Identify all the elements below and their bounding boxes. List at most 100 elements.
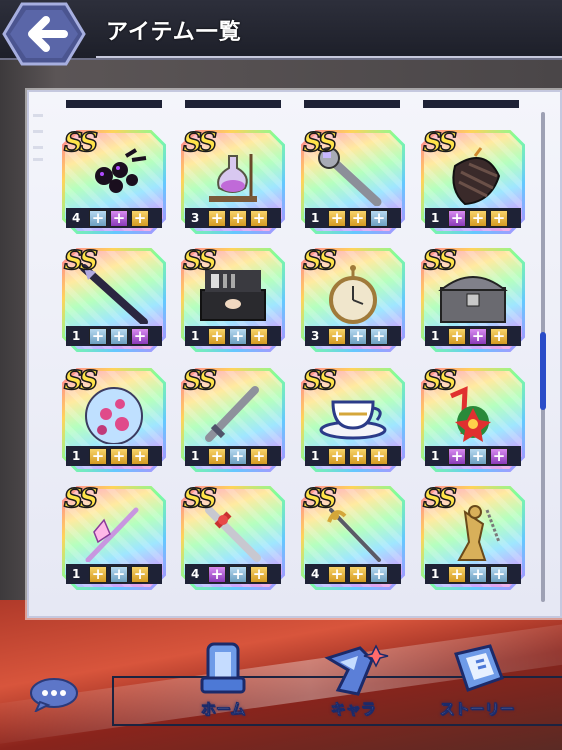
enhance-slot-purple: + <box>131 327 149 345</box>
enhance-slot-gold: + <box>89 565 107 583</box>
item-card[interactable]: SS 1 + + + <box>421 483 525 590</box>
rank-badge: SS <box>302 365 337 397</box>
rank-badge: SS <box>422 245 457 277</box>
enhance-slot-gold: + <box>490 209 508 227</box>
page-title: アイテム一覧 <box>106 20 242 45</box>
item-card[interactable]: SS 1 + + + <box>62 365 166 472</box>
item-info-bar: 1 + + + <box>425 326 521 346</box>
item-card[interactable]: SS 4 + + + <box>62 127 166 234</box>
item-card-partial[interactable] <box>185 100 281 108</box>
item-info-bar: 1 + + + <box>66 564 162 584</box>
item-count: 1 <box>191 329 200 343</box>
item-count: 1 <box>431 329 440 343</box>
item-count: 1 <box>191 449 200 463</box>
enhance-slot-gold: + <box>250 565 268 583</box>
enhance-slot-gold: + <box>448 565 466 583</box>
item-count: 4 <box>191 567 200 581</box>
header-divider <box>96 56 562 58</box>
item-info-bar: 1 + + + <box>185 446 281 466</box>
back-button[interactable] <box>2 2 86 66</box>
item-count: 3 <box>191 211 200 225</box>
item-info-bar: 1 + + + <box>66 446 162 466</box>
item-count: 1 <box>431 211 440 225</box>
enhance-slot-gold: + <box>328 447 346 465</box>
item-info-bar: 1 + + + <box>305 446 401 466</box>
enhance-slot-gold: + <box>250 327 268 345</box>
enhance-slot-blue: + <box>349 327 367 345</box>
item-count: 1 <box>431 567 440 581</box>
enhance-slot-gold: + <box>328 209 346 227</box>
nav-home-label: ホーム <box>200 700 246 719</box>
enhance-slot-blue: + <box>490 565 508 583</box>
enhance-slot-gold: + <box>131 447 149 465</box>
chat-button[interactable] <box>28 676 80 714</box>
chat-bubble-icon <box>30 678 78 714</box>
item-card[interactable]: SS 1 + + + <box>62 483 166 590</box>
enhance-slot-gold: + <box>229 209 247 227</box>
rank-badge: SS <box>422 365 457 397</box>
nav-story-button[interactable]: ストーリー <box>422 640 532 730</box>
nav-home-button[interactable]: ホーム <box>168 640 278 730</box>
rank-badge: SS <box>422 483 457 515</box>
enhance-slot-gold: + <box>89 447 107 465</box>
enhance-slot-purple: + <box>448 209 466 227</box>
enhance-slot-purple: + <box>110 209 128 227</box>
item-count: 1 <box>72 567 81 581</box>
enhance-slot-gold: + <box>131 209 149 227</box>
enhance-slot-gold: + <box>328 565 346 583</box>
item-info-bar: 1 + + + <box>66 326 162 346</box>
enhance-slot-purple: + <box>208 565 226 583</box>
item-info-bar: 1 + + + <box>185 326 281 346</box>
item-card[interactable]: SS 1 + + + <box>421 245 525 352</box>
item-card[interactable]: SS 4 + + + <box>301 483 405 590</box>
item-card-partial[interactable] <box>304 100 400 108</box>
enhance-slot-purple: + <box>469 327 487 345</box>
item-count: 4 <box>72 211 81 225</box>
item-count: 1 <box>311 449 320 463</box>
rank-badge: SS <box>182 483 217 515</box>
enhance-slot-gold: + <box>349 447 367 465</box>
enhance-slot-blue: + <box>469 565 487 583</box>
item-card[interactable]: SS 1 + + + <box>421 365 525 472</box>
nav-story-label: ストーリー <box>439 700 515 719</box>
item-card[interactable]: SS 1 + + + <box>301 127 405 234</box>
throne-icon <box>200 642 246 694</box>
enhance-slot-blue: + <box>229 447 247 465</box>
arrow-left-icon <box>2 2 86 66</box>
item-card[interactable]: SS 3 + + + <box>181 127 285 234</box>
enhance-slot-gold: + <box>370 447 388 465</box>
enhance-slot-blue: + <box>229 327 247 345</box>
item-card[interactable]: SS 3 + + + <box>301 245 405 352</box>
item-card[interactable]: SS 1 + + + <box>181 365 285 472</box>
book-icon <box>454 644 504 692</box>
enhance-slot-gold: + <box>208 447 226 465</box>
enhance-slot-blue: + <box>229 565 247 583</box>
enhance-slot-gold: + <box>349 209 367 227</box>
item-card[interactable]: SS 1 + + + <box>421 127 525 234</box>
enhance-slot-gold: + <box>328 327 346 345</box>
enhance-slot-blue: + <box>89 327 107 345</box>
character-icon <box>324 644 389 696</box>
enhance-slot-gold: + <box>208 327 226 345</box>
item-card-partial[interactable] <box>66 100 162 108</box>
enhance-slot-purple: + <box>490 447 508 465</box>
scrollbar-thumb[interactable] <box>540 332 546 410</box>
item-count: 1 <box>72 449 81 463</box>
item-card[interactable]: SS 1 + + + <box>62 245 166 352</box>
enhance-slot-blue: + <box>110 565 128 583</box>
item-card[interactable]: SS 1 + + + <box>301 365 405 472</box>
enhance-slot-blue: + <box>370 209 388 227</box>
rank-badge: SS <box>63 483 98 515</box>
item-card-partial[interactable] <box>423 100 519 108</box>
item-info-bar: 4 + + + <box>66 208 162 228</box>
enhance-slot-gold: + <box>448 327 466 345</box>
item-count: 1 <box>72 329 81 343</box>
enhance-slot-blue: + <box>469 447 487 465</box>
item-info-bar: 1 + + + <box>305 208 401 228</box>
item-card[interactable]: SS 1 + + + <box>181 245 285 352</box>
item-card[interactable]: SS 4 + + + <box>181 483 285 590</box>
item-count: 1 <box>311 211 320 225</box>
item-info-bar: 1 + + + <box>425 208 521 228</box>
nav-chara-button[interactable]: キャラ <box>298 640 408 730</box>
item-info-bar: 3 + + + <box>305 326 401 346</box>
